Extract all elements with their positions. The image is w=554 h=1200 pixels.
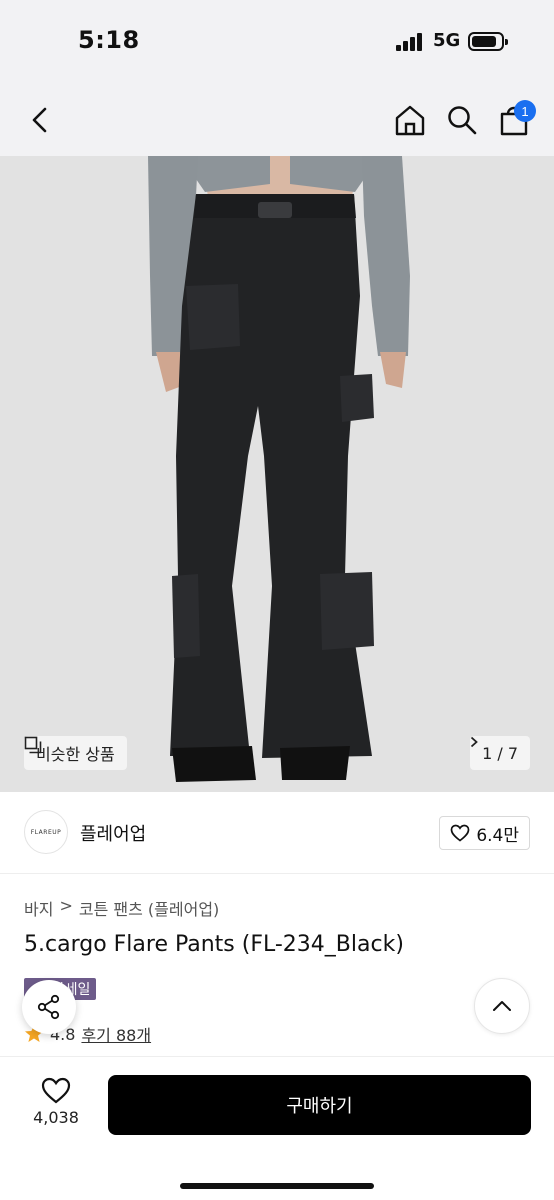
similar-products-button[interactable]: 비슷한 상품 (24, 736, 127, 770)
back-button[interactable] (20, 98, 60, 142)
breadcrumb-separator: > (59, 896, 73, 915)
review-link[interactable]: 후기 88개 (81, 1022, 151, 1046)
chevron-right-icon (470, 736, 478, 748)
heart-icon (450, 824, 470, 842)
search-button[interactable] (440, 98, 484, 142)
brand-like-count: 6.4만 (476, 825, 519, 846)
battery-icon (468, 32, 508, 51)
product-title: 5.cargo Flare Pants (FL-234_Black) (24, 932, 404, 957)
signal-icon (396, 33, 426, 51)
wishlist-count: 4,038 (33, 1108, 79, 1127)
heart-icon (41, 1077, 71, 1104)
search-icon (448, 106, 477, 135)
brand-name[interactable]: 플레어업 (80, 820, 146, 846)
brand-row: FLAREUP 플레어업 6.4만 (0, 792, 554, 874)
copy-icon (24, 736, 42, 754)
share-icon (37, 994, 60, 1020)
pager-text: 1 / 7 (482, 743, 518, 763)
product-image[interactable]: 비슷한 상품 1 / 7 (0, 156, 554, 792)
share-button[interactable] (22, 980, 76, 1034)
cart-count-badge: 1 (514, 100, 536, 122)
status-bar: 5:18 5G (0, 0, 554, 84)
brand-logo[interactable]: FLAREUP (24, 810, 68, 854)
breadcrumb: 바지 > 코튼 팬츠 (플레어업) (24, 896, 219, 920)
home-button[interactable] (388, 98, 432, 142)
wishlist-button[interactable]: 4,038 (24, 1077, 88, 1137)
home-indicator (180, 1183, 374, 1189)
breadcrumb-item[interactable]: 코튼 팬츠 (플레어업) (79, 896, 219, 920)
chevron-up-icon (493, 1001, 511, 1011)
network-type: 5G (433, 30, 461, 51)
chevron-left-icon (32, 107, 47, 133)
buy-button[interactable]: 구매하기 (108, 1075, 531, 1135)
product-photo (0, 156, 554, 792)
bottom-action-bar: 4,038 구매하기 (0, 1056, 554, 1200)
scroll-top-button[interactable] (474, 978, 530, 1034)
status-time: 5:18 (78, 26, 140, 54)
breadcrumb-item[interactable]: 바지 (24, 896, 53, 920)
brand-like-button[interactable]: 6.4만 (439, 816, 530, 850)
image-pager[interactable]: 1 / 7 (470, 736, 530, 770)
cart-button[interactable]: 1 (492, 98, 536, 142)
top-nav: 1 (0, 84, 554, 156)
similar-products-label: 비슷한 상품 (36, 745, 115, 764)
home-icon (395, 105, 425, 136)
